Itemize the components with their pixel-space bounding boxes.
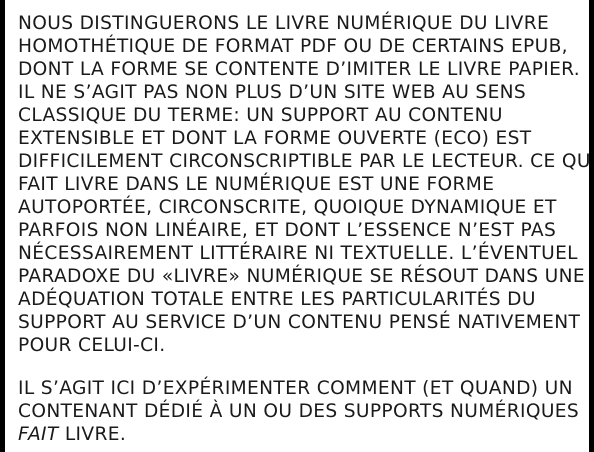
text-line: PARFOIS NON LINÉAIRE, ET DONT L’ESSENCE … [18,220,557,241]
text-line: POUR CELUI-CI. [18,335,166,356]
text-line-rest: LIVRE. [58,424,127,445]
text-line: SUPPORT AU SERVICE D’UN CONTENU PENSÉ NA… [18,312,581,333]
text-line: ADÉQUATION TOTALE ENTRE LES PARTICULARIT… [18,289,536,310]
text-line: CONTENANT DÉDIÉ À UN OU DES SUPPORTS NUM… [18,401,580,422]
text-line-last: FAIT LIVRE. [18,423,586,446]
text-line: DONT LA FORME SE CONTENTE D’IMITER LE LI… [18,59,581,80]
text-line: NÉCESSAIREMENT LITTÉRAIRE NI TEXTUELLE. … [18,243,578,264]
paragraph-2: IL S’AGIT ICI D’EXPÉRIMENTER COMMENT (ET… [18,377,586,446]
text-line: IL S’AGIT ICI D’EXPÉRIMENTER COMMENT (ET… [18,378,573,399]
text-line: PARADOXE DU «LIVRE» NUMÉRIQUE SE RÉSOUT … [18,266,585,287]
emphasis-fait: FAIT [18,424,59,445]
text-line: AUTOPORTÉE, CIRCONSCRITE, QUOIQUE DYNAMI… [18,197,557,218]
text-line: NOUS DISTINGUERONS LE LIVRE NUMÉRIQUE DU… [18,13,550,34]
text-line: HOMOTHÉTIQUE DE FORMAT PDF OU DE CERTAIN… [18,36,568,57]
paragraph-1: NOUS DISTINGUERONS LE LIVRE NUMÉRIQUE DU… [18,12,589,357]
text-line: DIFFICILEMENT CIRCONSCRIPTIBLE PAR LE LE… [18,151,589,172]
text-line: FAIT LIVRE DANS LE NUMÉRIQUE EST UNE FOR… [18,174,495,195]
text-line: EXTENSIBLE ET DONT LA FORME OUVERTE (ECO… [18,128,532,149]
text-line: IL NE S’AGIT PAS NON PLUS D’UN SITE WEB … [18,82,527,103]
document-page: NOUS DISTINGUERONS LE LIVRE NUMÉRIQUE DU… [5,0,589,452]
text-line: CLASSIQUE DU TERME: UN SUPPORT AU CONTEN… [18,105,503,126]
